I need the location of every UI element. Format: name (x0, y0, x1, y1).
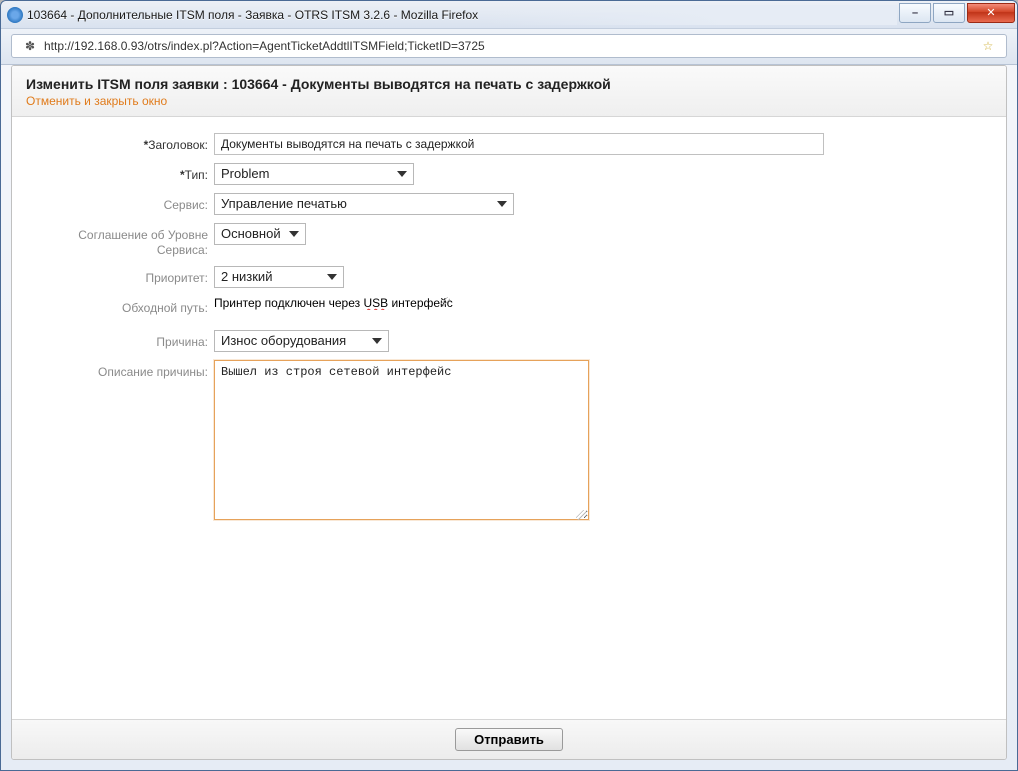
window-title: 103664 - Дополнительные ITSM поля - Заяв… (27, 8, 478, 22)
inactive-tabs-area (484, 5, 897, 25)
window-controls: – ▭ ✕ (897, 7, 1015, 23)
address-bar-row: ✽ ☆ (1, 29, 1017, 65)
service-select[interactable]: Управление печатью (214, 193, 514, 215)
row-reason: Причина: Износ оборудования (32, 330, 986, 352)
label-reason-desc: Описание причины: (32, 360, 214, 380)
workaround-textarea[interactable]: Принтер подключен через USB интерфейс (214, 296, 453, 310)
row-service: Сервис: Управление печатью (32, 193, 986, 215)
close-icon: ✕ (986, 6, 995, 19)
url-input[interactable] (42, 38, 976, 54)
priority-select[interactable]: 2 низкий (214, 266, 344, 288)
row-title: *Заголовок: (32, 133, 986, 155)
cancel-close-link[interactable]: Отменить и закрыть окно (26, 94, 167, 108)
page-title: Изменить ITSM поля заявки : 103664 - Док… (26, 76, 992, 92)
row-priority: Приоритет: 2 низкий (32, 266, 986, 288)
minimize-button[interactable]: – (899, 3, 931, 23)
label-title: *Заголовок: (32, 133, 214, 153)
maximize-icon: ▭ (944, 6, 954, 19)
close-button[interactable]: ✕ (967, 3, 1015, 23)
footer-bar: Отправить (12, 719, 1006, 759)
row-type: *Тип: Problem (32, 163, 986, 185)
minimize-icon: – (912, 7, 918, 19)
label-reason: Причина: (32, 330, 214, 350)
label-sla: Соглашение об Уровне Сервиса: (32, 223, 214, 258)
title-input[interactable] (214, 133, 824, 155)
spellcheck-error: USB (363, 296, 388, 310)
reason-desc-textarea[interactable]: Вышел из строя сетевой интерфейс (214, 360, 589, 520)
row-reason-desc: Описание причины: Вышел из строя сетевой… (32, 360, 986, 523)
form-body: *Заголовок: *Тип: Problem Сервис: Управл… (12, 117, 1006, 719)
row-workaround: Обходной путь: Принтер подключен через U… (32, 296, 986, 316)
address-bar[interactable]: ✽ ☆ (11, 34, 1007, 58)
maximize-button[interactable]: ▭ (933, 3, 965, 23)
row-sla: Соглашение об Уровне Сервиса: Основной (32, 223, 986, 258)
label-service: Сервис: (32, 193, 214, 213)
favicon-icon (7, 7, 23, 23)
bookmark-star-icon[interactable]: ☆ (980, 38, 996, 54)
page-content: Изменить ITSM поля заявки : 103664 - Док… (11, 65, 1007, 760)
submit-button[interactable]: Отправить (455, 728, 563, 751)
sla-select[interactable]: Основной (214, 223, 306, 245)
label-priority: Приоритет: (32, 266, 214, 286)
page-header: Изменить ITSM поля заявки : 103664 - Док… (12, 66, 1006, 117)
type-select[interactable]: Problem (214, 163, 414, 185)
browser-window: 103664 - Дополнительные ITSM поля - Заяв… (0, 0, 1018, 771)
reason-select[interactable]: Износ оборудования (214, 330, 389, 352)
title-bar: 103664 - Дополнительные ITSM поля - Заяв… (1, 1, 1017, 29)
site-identity-icon[interactable]: ✽ (22, 38, 38, 54)
label-type: *Тип: (32, 163, 214, 183)
label-workaround: Обходной путь: (32, 296, 214, 316)
